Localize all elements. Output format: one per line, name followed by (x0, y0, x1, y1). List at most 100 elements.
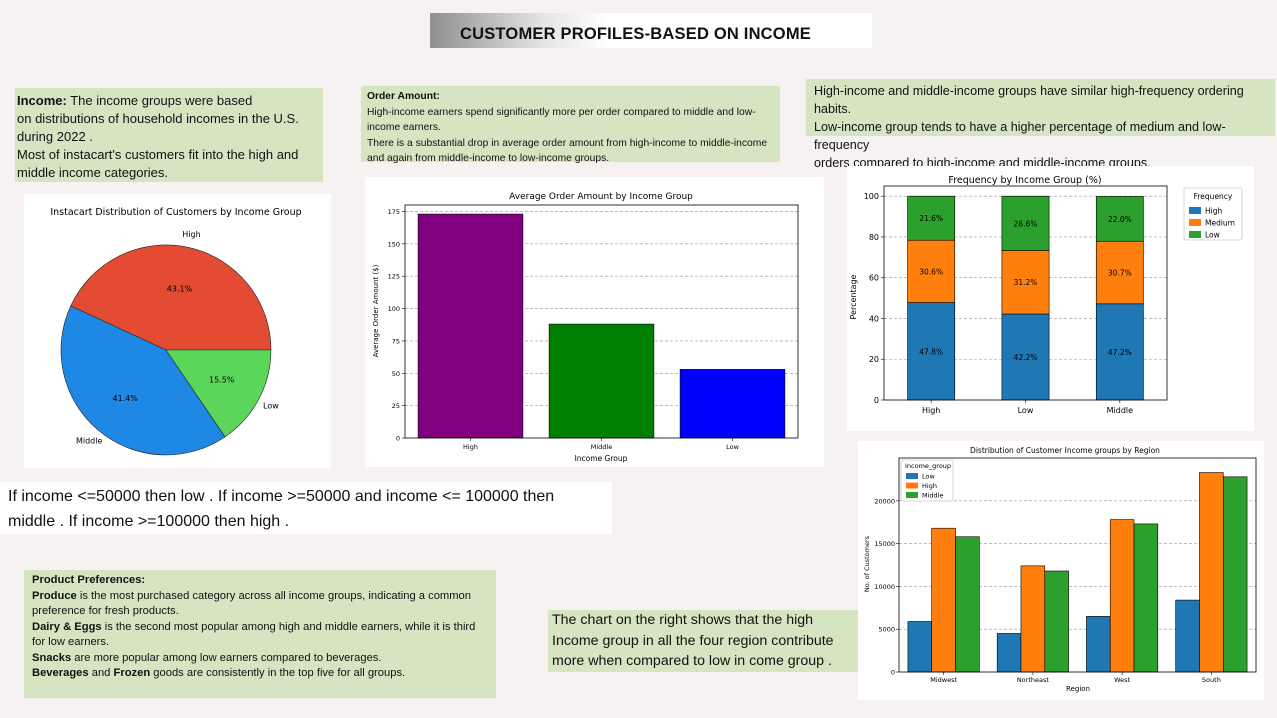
legend-swatch-medium (1189, 219, 1201, 226)
legend-swatch-low (906, 473, 918, 479)
bar-south-high (1199, 472, 1224, 673)
frequency-chart: Frequency by Income Group (%) Percentage… (849, 175, 1243, 415)
legend-label: Low (922, 473, 935, 481)
y-tick-label: 5000 (878, 626, 895, 634)
order-chart-title: Average Order Amount by Income Group (509, 192, 693, 202)
bar-northeast-low (996, 633, 1022, 673)
order-note-heading: Order Amount: (367, 91, 440, 102)
region-note-line: more when compared to low in come group … (552, 653, 832, 669)
bar-northeast-middle (1044, 570, 1069, 673)
y-tick-label: 20000 (874, 497, 895, 505)
frequency-chart-ylabel: Percentage (849, 274, 858, 319)
y-tick-label: 125 (388, 273, 400, 281)
x-tick-label: Midwest (930, 676, 957, 684)
x-tick-label: West (1114, 676, 1130, 684)
y-tick-label: 50 (392, 370, 400, 378)
bar-low (679, 369, 786, 439)
pie-chart-panel: Instacart Distribution of Customers by I… (24, 194, 331, 468)
y-tick-label: 150 (388, 240, 400, 248)
region-note: The chart on the right shows that the hi… (548, 610, 859, 672)
y-tick-label: 20 (869, 355, 879, 364)
pie-chart-title: Instacart Distribution of Customers by I… (50, 207, 301, 218)
segment-value-label: 21.6% (919, 214, 943, 223)
region-chart-xlabel: Region (1066, 685, 1090, 693)
bar-south-middle (1222, 476, 1248, 673)
x-tick-label: Middle (591, 443, 612, 451)
legend-label: High (1205, 207, 1222, 216)
pie-chart: Instacart Distribution of Customers by I… (50, 207, 302, 456)
segment-value-label: 47.2% (1108, 348, 1132, 357)
pie-value-label: 43.1% (167, 285, 193, 294)
income-rule-note: If income <=50000 then low . If income >… (0, 482, 612, 534)
produce-text: is the most purchased category across al… (76, 589, 472, 602)
y-tick-label: 175 (388, 208, 400, 216)
region-chart-panel: Distribution of Customer Income groups b… (858, 441, 1264, 700)
bar-middle (548, 323, 655, 439)
pie-category-label: Middle (76, 437, 103, 446)
legend-label: Medium (1205, 219, 1235, 228)
y-tick-label: 0 (874, 396, 879, 405)
y-tick-label: 60 (869, 274, 879, 283)
pie-value-label: 15.5% (209, 376, 235, 385)
bar-midwest-low (907, 621, 933, 673)
order-amount-chart-panel: Average Order Amount by Income Group Inc… (365, 177, 824, 467)
income-note-line: on distributions of household incomes in… (17, 111, 299, 126)
region-chart-ylabel: No. of Customers (863, 535, 871, 592)
frequency-note-line: Low-income group tends to have a higher … (814, 120, 1226, 152)
order-note-line: High-income earners spend significantly … (367, 106, 756, 118)
pie-category-label: High (182, 230, 200, 239)
legend-label: High (922, 482, 937, 490)
order-chart-xlabel: Income Group (575, 454, 628, 463)
y-tick-label: 0 (396, 435, 400, 443)
y-tick-label: 100 (864, 192, 879, 201)
segment-value-label: 30.7% (1108, 269, 1132, 278)
segment-value-label: 26.6% (1014, 219, 1038, 228)
page-title: CUSTOMER PROFILES-BASED ON INCOME (460, 25, 811, 43)
frequency-chart-title: Frequency by Income Group (%) (948, 175, 1101, 186)
bar-west-low (1086, 616, 1111, 673)
frequency-note: High-income and middle-income groups hav… (806, 79, 1275, 170)
dairy-label: Dairy & Eggs (32, 620, 102, 633)
y-tick-label: 100 (388, 305, 400, 313)
legend-swatch-low (1189, 231, 1201, 238)
y-tick-label: 80 (869, 233, 879, 242)
legend-label: Middle (922, 492, 943, 500)
segment-value-label: 31.2% (1014, 278, 1038, 287)
legend-swatch-middle (906, 492, 918, 498)
page-title-banner: CUSTOMER PROFILES-BASED ON INCOME (430, 13, 872, 48)
bar-high (417, 213, 524, 439)
produce-label: Produce (32, 589, 77, 602)
order-note-line: There is a substantial drop in average o… (367, 137, 768, 149)
product-note-heading: Product Preferences: (32, 574, 146, 586)
region-note-line: Income group in all the four region cont… (552, 632, 834, 649)
pie-category-label: Low (263, 402, 279, 411)
segment-value-label: 47.8% (919, 347, 943, 356)
y-tick-label: 15000 (874, 540, 895, 548)
y-tick-label: 75 (392, 337, 400, 345)
x-tick-label: Low (1018, 406, 1034, 415)
y-tick-label: 40 (869, 314, 879, 323)
x-tick-label: Middle (1107, 406, 1134, 415)
bar-south-low (1175, 599, 1200, 673)
dairy-text: for low earners. (32, 636, 110, 648)
region-note-line: The chart on the right shows that the hi… (552, 612, 814, 628)
region-chart: Distribution of Customer Income groups b… (863, 446, 1257, 693)
beverages-label: Beverages (32, 667, 89, 679)
order-amount-note: Order Amount: High-income earners spend … (361, 86, 780, 164)
income-rule-line: middle . If income >=100000 then high . (8, 513, 290, 530)
frequency-chart-panel: Frequency by Income Group (%) Percentage… (847, 166, 1254, 431)
legend-title: Frequency (1194, 192, 1233, 201)
legend-label: Low (1205, 231, 1220, 240)
income-note-line: middle income categories. (17, 165, 169, 180)
segment-value-label: 30.6% (919, 267, 943, 276)
beverages-text: goods are consistently in the top five f… (150, 667, 406, 679)
x-tick-label: Low (726, 443, 739, 451)
order-chart-ylabel: Average Order Amount ($) (372, 264, 380, 357)
pie-value-label: 41.4% (112, 394, 138, 403)
income-note-heading: Income: (17, 93, 67, 108)
frozen-label: Frozen (113, 667, 151, 679)
dairy-text: is the second most popular among high an… (101, 620, 476, 633)
produce-text: preference for fresh products. (32, 605, 179, 617)
bar-midwest-high (931, 527, 956, 673)
order-note-line: income earners. (367, 122, 441, 133)
